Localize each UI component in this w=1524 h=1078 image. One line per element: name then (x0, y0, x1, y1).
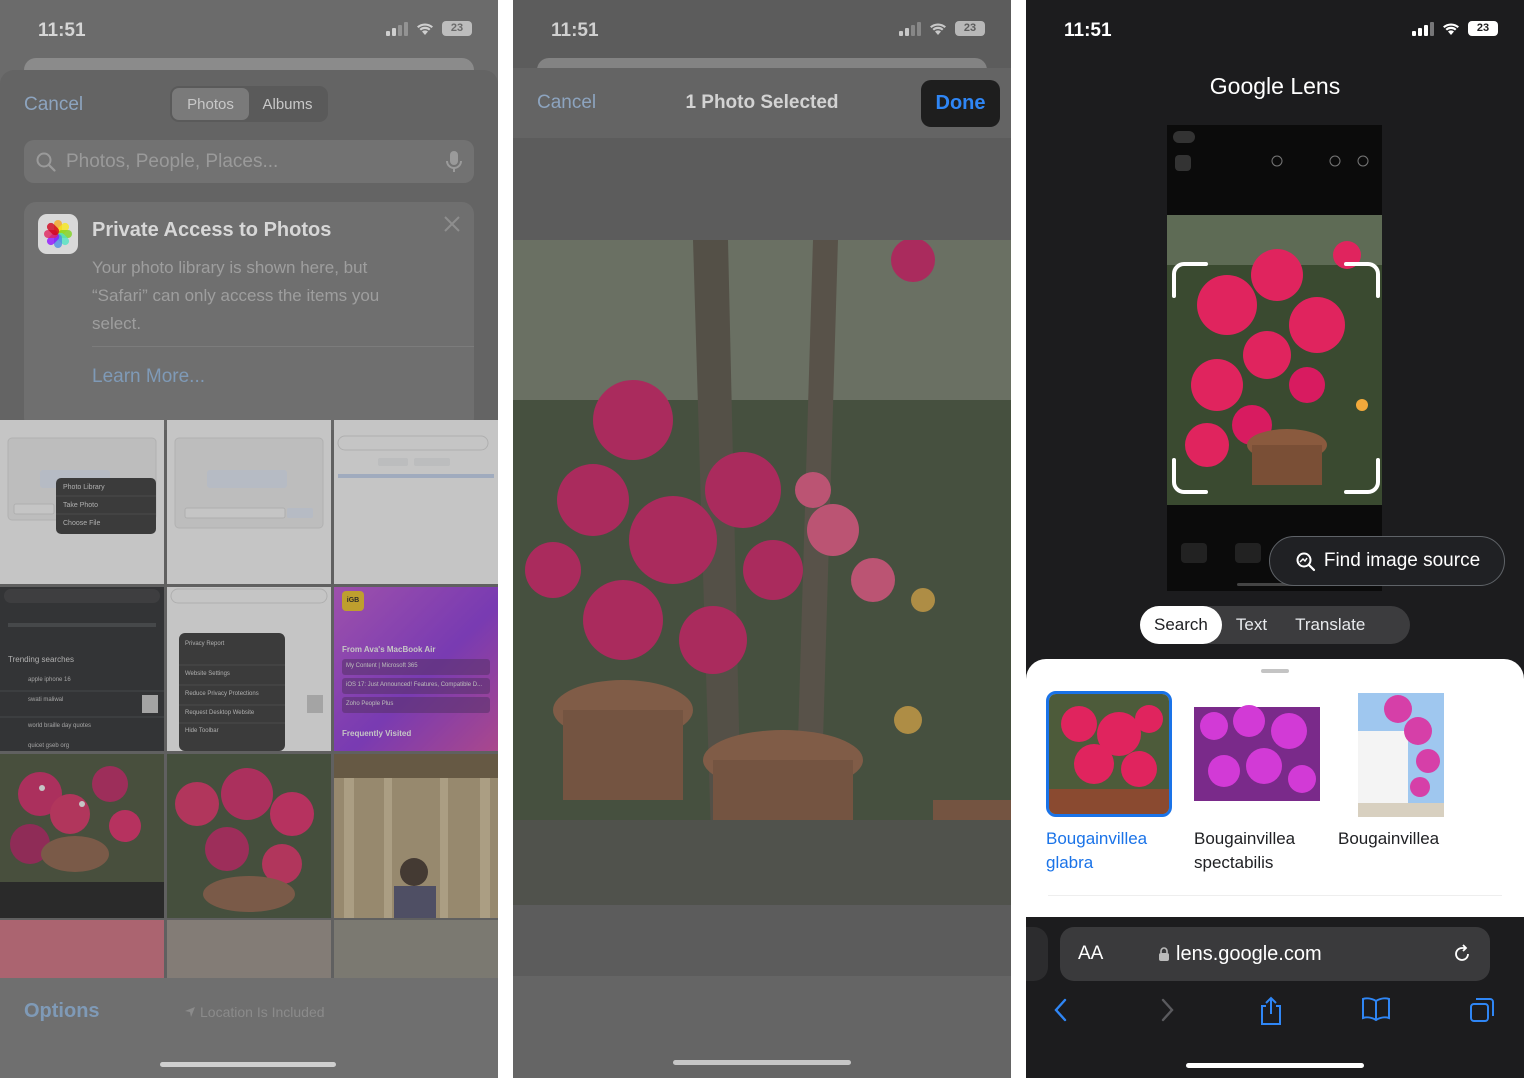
photo-thumbnail[interactable] (0, 920, 164, 980)
google-lens-logo: Google Lens (1209, 73, 1341, 99)
result-label[interactable]: Bougainvillea (1338, 827, 1464, 851)
status-time: 11:51 (551, 20, 599, 41)
photo-thumbnail[interactable] (167, 920, 331, 980)
bougainvillea-photo (513, 240, 1011, 905)
google-lens-screen: 11:51 23 Google Lens Find image source S… (1026, 0, 1524, 1078)
bougainvillea-thumbnail (0, 754, 164, 882)
result-image (1046, 691, 1172, 817)
safari-bottom-bar: AA lens.google.com (1026, 917, 1524, 1078)
url-text: lens.google.com (1176, 942, 1322, 965)
photo-selected-screen: 11:51 23 Cancel 1 Photo Selected Done (513, 0, 1011, 1078)
done-button[interactable]: Done (921, 80, 1000, 127)
reload-icon[interactable] (1452, 944, 1472, 964)
photo-thumbnail[interactable]: iGB From Ava's MacBook Air My Content | … (334, 587, 498, 751)
lock-icon (1159, 946, 1169, 961)
result-image (1194, 691, 1320, 817)
microphone-icon[interactable] (446, 150, 462, 174)
sheet-handle[interactable] (1261, 669, 1289, 673)
photo-thumbnail[interactable] (167, 420, 331, 584)
card-title: Private Access to Photos (92, 219, 332, 241)
wifi-icon (1443, 22, 1459, 35)
result-card[interactable]: Bougainvillea spectabilis (1194, 691, 1320, 875)
safari-toolbar (1026, 992, 1524, 1042)
home-indicator (673, 1060, 851, 1065)
selection-frame[interactable] (1170, 260, 1382, 496)
tab-text[interactable]: Text (1222, 606, 1281, 644)
back-icon[interactable] (1050, 996, 1072, 1024)
tabs-icon[interactable] (1468, 996, 1496, 1024)
result-image (1338, 691, 1464, 817)
tab-photos[interactable]: Photos (172, 88, 249, 120)
address-bar[interactable]: AA lens.google.com (1060, 927, 1490, 981)
photo-thumbnail[interactable] (334, 754, 498, 918)
photo-thumbnail[interactable]: Trending searches apple iphone 16 swati … (0, 587, 164, 751)
results-sheet: Bougainvillea glabra Bougainvillea spect… (1026, 659, 1524, 917)
location-included-label: Location Is Included (184, 1004, 325, 1020)
find-image-source-button[interactable]: Find image source (1269, 536, 1505, 586)
private-access-card: Private Access to Photos Your photo libr… (24, 202, 474, 430)
share-icon[interactable] (1258, 996, 1284, 1026)
signal-icon (386, 21, 408, 36)
tab-albums[interactable]: Albums (249, 88, 326, 120)
close-icon[interactable] (442, 214, 462, 234)
photo-picker-screen: 11:51 23 Cancel Photos Albums Photos, Pe… (0, 0, 498, 1078)
card-body: Your photo library is shown here, but “S… (92, 258, 380, 333)
tab-search[interactable]: Search (1140, 606, 1222, 644)
photos-albums-segment: Photos Albums (170, 86, 328, 122)
cancel-button[interactable]: Cancel (24, 94, 83, 116)
previous-tab-peek[interactable] (1026, 927, 1048, 981)
wifi-icon (930, 22, 946, 35)
options-button[interactable]: Options (24, 1000, 100, 1023)
search-icon (36, 152, 56, 172)
bookmarks-icon[interactable] (1361, 996, 1391, 1022)
home-indicator (160, 1062, 336, 1067)
reader-options-button[interactable]: AA (1078, 943, 1158, 965)
status-time: 11:51 (38, 20, 86, 41)
tab-translate[interactable]: Translate (1281, 606, 1379, 644)
photos-app-icon (38, 214, 78, 254)
location-arrow-icon (185, 1007, 195, 1017)
status-time: 11:51 (1064, 20, 1112, 41)
photo-thumbnail[interactable] (334, 420, 498, 584)
battery-icon: 23 (442, 21, 472, 36)
selected-photo (513, 240, 1011, 905)
photo-thumbnail[interactable] (167, 754, 331, 918)
signal-icon (1412, 21, 1434, 36)
battery-icon: 23 (1468, 21, 1498, 36)
photo-thumbnail[interactable] (0, 754, 164, 918)
photo-search-field[interactable]: Photos, People, Places... (24, 140, 474, 183)
learn-more-link[interactable]: Learn More... (92, 366, 205, 388)
image-search-icon (1296, 552, 1315, 572)
status-bar: 11:51 23 (513, 0, 1011, 60)
photo-thumbnail[interactable] (334, 920, 498, 980)
signal-icon (899, 21, 921, 36)
result-label[interactable]: Bougainvillea spectabilis (1194, 827, 1320, 875)
status-bar: 11:51 23 (1026, 0, 1524, 60)
status-bar: 11:51 23 (0, 0, 498, 60)
igb-logo: iGB (342, 591, 364, 611)
home-indicator (1186, 1063, 1364, 1068)
forward-icon[interactable] (1156, 996, 1178, 1024)
result-card[interactable]: Bougainvillea glabra (1046, 691, 1172, 875)
photo-thumbnail[interactable]: Privacy Report Website Settings Reduce P… (167, 587, 331, 751)
lens-mode-tabs: Search Text Translate (1140, 606, 1410, 644)
result-card[interactable]: Bougainvillea (1338, 691, 1464, 851)
battery-icon: 23 (955, 21, 985, 36)
result-label[interactable]: Bougainvillea glabra (1046, 827, 1172, 875)
wifi-icon (417, 22, 433, 35)
search-input[interactable]: Photos, People, Places... (66, 151, 436, 173)
photo-thumbnail[interactable]: Photo Library Take Photo Choose File (0, 420, 164, 584)
